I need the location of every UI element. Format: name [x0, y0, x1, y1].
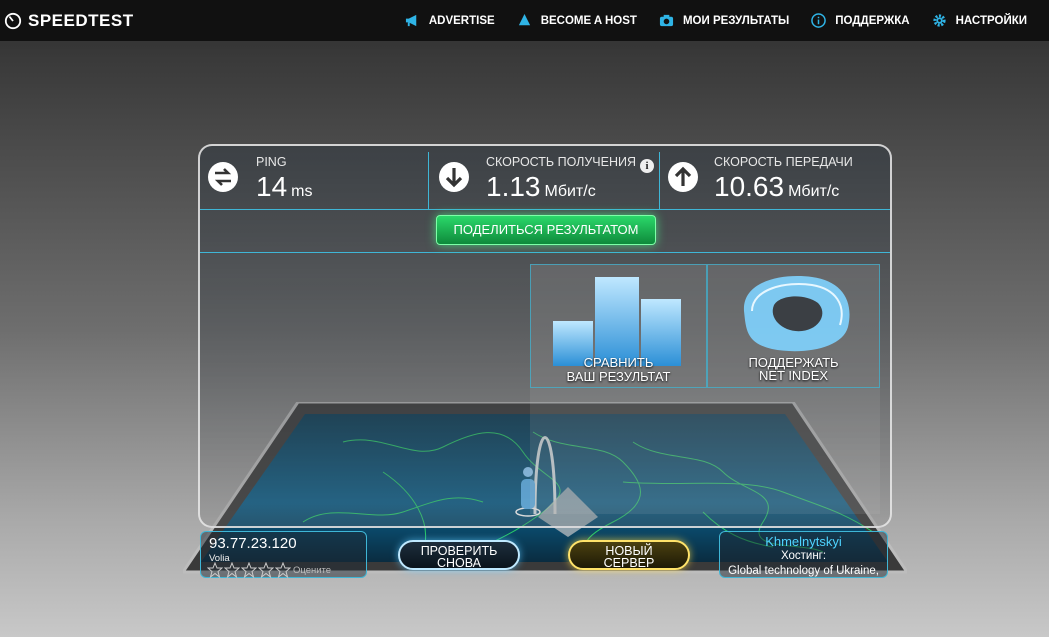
speedtest-logo[interactable]: SPEEDTEST: [4, 11, 134, 31]
ping-number: 14: [256, 171, 288, 202]
gauge-icon: [4, 12, 22, 29]
megaphone-icon: [405, 14, 417, 27]
compare-line2: ВАШ РЕЗУЛЬТАТ: [566, 369, 671, 384]
nav-my-results[interactable]: МОИ РЕЗУЛЬТАТЫ: [659, 13, 789, 28]
drop-icon: [518, 13, 530, 26]
ping-stat: PING 14 ms: [200, 149, 428, 209]
upload-unit: Мбит/с: [788, 183, 840, 200]
nav-label: ADVERTISE: [428, 14, 495, 27]
download-value: 1.13 Мбит/с: [486, 171, 596, 203]
client-info-box: 93.77.23.120 Volia Оцените: [200, 531, 367, 578]
rating-stars[interactable]: [207, 562, 292, 578]
camera-icon: [659, 14, 674, 27]
compare-line1: СРАВНИТЬ: [583, 355, 654, 370]
nav-support[interactable]: ПОДДЕРЖКА: [811, 13, 910, 28]
star-icon[interactable]: [258, 562, 274, 578]
star-icon[interactable]: [241, 562, 257, 578]
ping-unit: ms: [291, 183, 313, 200]
star-icon[interactable]: [275, 562, 291, 578]
server-city: Khmelnytskyi: [765, 534, 842, 549]
upload-value: 10.63 Мбит/с: [714, 171, 839, 203]
compare-result-tile[interactable]: СРАВНИТЬ ВАШ РЕЗУЛЬТАТ: [530, 264, 707, 388]
server-host-name: Global technology of Ukraine,: [728, 565, 879, 577]
upload-label: СКОРОСТЬ ПЕРЕДАЧИ: [714, 155, 853, 169]
star-icon[interactable]: [207, 562, 223, 578]
nav-label: BECOME A HOST: [540, 14, 637, 27]
net-index-icon: [743, 276, 850, 352]
download-label: СКОРОСТЬ ПОЛУЧЕНИЯ: [486, 155, 637, 169]
brand-name: SPEEDTEST: [28, 10, 134, 30]
nav-become-host[interactable]: BECOME A HOST: [517, 13, 637, 28]
test-again-line2: СНОВА: [436, 556, 482, 570]
main-nav: ADVERTISE BECOME A HOST МОИ РЕЗУЛЬТАТЫ П…: [383, 0, 1027, 41]
server-info-box[interactable]: Khmelnytskyi Хостинг: Global technology …: [719, 531, 888, 578]
ping-value: 14 ms: [256, 171, 312, 203]
nav-advertise[interactable]: ADVERTISE: [405, 13, 495, 28]
upload-stat: СКОРОСТЬ ПЕРЕДАЧИ 10.63 Мбит/с: [660, 149, 890, 209]
info-icon[interactable]: i: [640, 159, 654, 173]
client-ip: 93.77.23.120: [209, 535, 297, 552]
server-host-label: Хостинг:: [780, 550, 827, 562]
stats-row: PING 14 ms СКОРОСТЬ ПОЛУЧЕНИЯ 1.13 Мбит/с …: [200, 149, 890, 210]
download-number: 1.13: [486, 171, 541, 202]
arrow-up-icon: [668, 162, 698, 192]
nav-label: МОИ РЕЗУЛЬТАТЫ: [682, 14, 790, 27]
test-again-button[interactable]: ПРОВЕРИТЬ СНОВА: [398, 540, 520, 570]
star-icon[interactable]: [224, 562, 240, 578]
ping-label: PING: [256, 155, 287, 169]
info-icon: [811, 13, 827, 28]
top-bar: SPEEDTEST ADVERTISE BECOME A HOST МОИ РЕ…: [0, 0, 1049, 41]
nav-settings[interactable]: НАСТРОЙКИ: [932, 13, 1027, 28]
share-row: ПОДЕЛИТЬСЯ РЕЗУЛЬТАТОМ: [200, 210, 890, 253]
share-result-button[interactable]: ПОДЕЛИТЬСЯ РЕЗУЛЬТАТОМ: [436, 215, 656, 245]
ping-icon: [208, 162, 238, 192]
net-index-tile[interactable]: ПОДДЕРЖАТЬ NET INDEX: [707, 264, 880, 388]
results-panel: PING 14 ms СКОРОСТЬ ПОЛУЧЕНИЯ 1.13 Мбит/с …: [198, 144, 892, 528]
arrow-down-icon: [439, 162, 469, 192]
download-stat: СКОРОСТЬ ПОЛУЧЕНИЯ 1.13 Мбит/с: [429, 149, 659, 209]
bar-chart-icon: [553, 277, 681, 366]
netindex-line2: NET INDEX: [758, 368, 829, 383]
gear-icon: [933, 14, 946, 27]
nav-label: НАСТРОЙКИ: [955, 14, 1027, 27]
rate-label: Оцените: [293, 565, 332, 576]
nav-label: ПОДДЕРЖКА: [835, 14, 910, 27]
new-server-button[interactable]: НОВЫЙ СЕРВЕР: [568, 540, 690, 570]
download-unit: Мбит/с: [544, 183, 596, 200]
upload-number: 10.63: [714, 171, 785, 202]
new-server-line2: СЕРВЕР: [603, 556, 655, 570]
